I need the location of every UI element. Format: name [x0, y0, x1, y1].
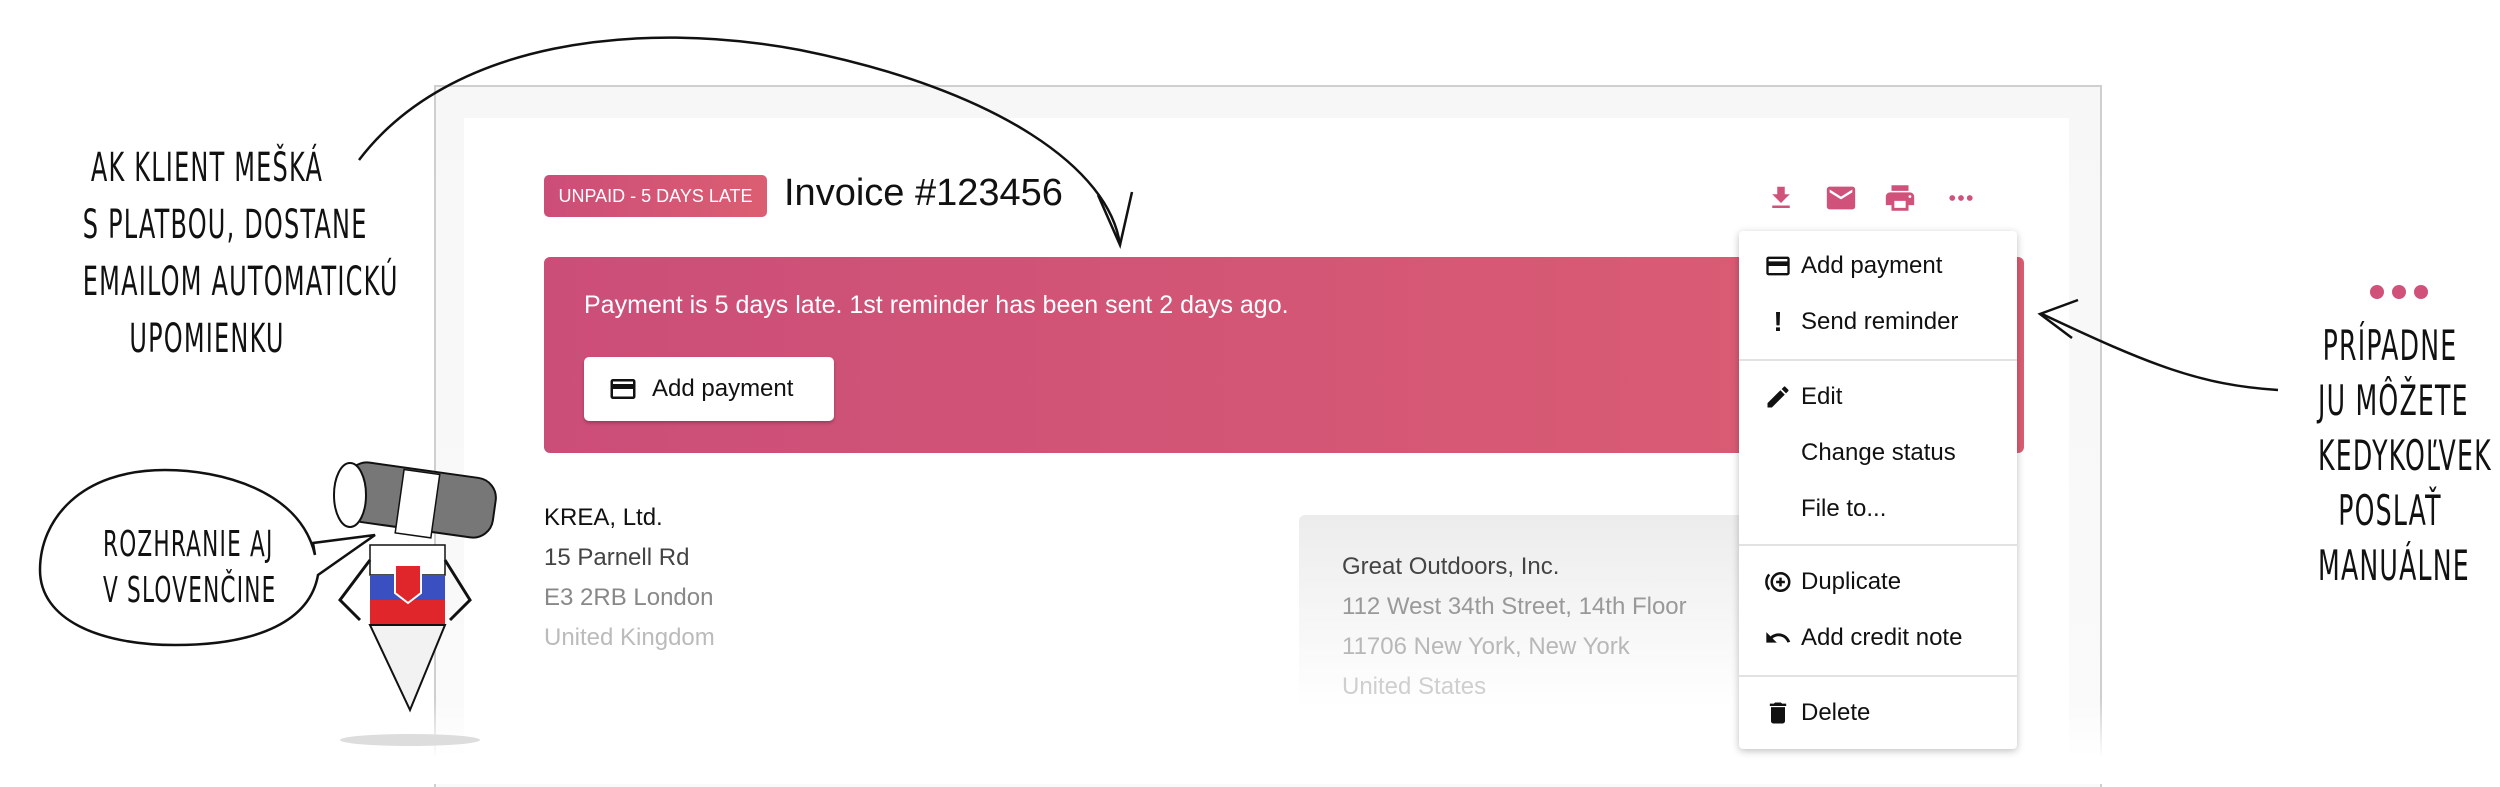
sender-line: United Kingdom [544, 624, 715, 651]
annotation-line: S PLATBOU, DOSTANE [82, 202, 368, 248]
annotation-line: AK KLIENT MEŠKÁ [90, 145, 324, 191]
menu-item-label: Edit [1801, 383, 1843, 410]
recipient-line: 112 West 34th Street, 14th Floor [1342, 593, 1687, 620]
menu-item-label: Add payment [1801, 252, 1943, 279]
exclamation-icon: ! [1773, 306, 1783, 337]
page-title: Invoice #123456 [784, 172, 1063, 214]
more-button[interactable] [1941, 178, 1981, 218]
add-payment-label: Add payment [652, 375, 794, 402]
left-annotation: AK KLIENT MEŠKÁ S PLATBOU, DOSTANE EMAIL… [0, 140, 414, 368]
undo-icon [1766, 632, 1791, 643]
annotation-line: UPOMIENKU [129, 316, 285, 362]
dot-icon [2392, 285, 2406, 299]
recipient-line: Great Outdoors, Inc. [1342, 553, 1560, 580]
duplicate-icon [1765, 572, 1791, 592]
menu-item-add-payment[interactable]: Add payment [1739, 241, 2017, 291]
more-actions-menu: Add payment ! Send reminder Edit Change … [1739, 231, 2017, 749]
print-icon [1885, 185, 1915, 211]
pencil-icon [1767, 386, 1789, 408]
right-annotation: PRÍPADNE JU MÔŽETE KEDYKOĽVEK POSLAŤ MAN… [2270, 318, 2500, 593]
annotation-line: V SLOVENČINE [103, 570, 277, 611]
email-icon [1826, 186, 1856, 210]
menu-divider [1739, 359, 2017, 361]
trash-icon [1769, 702, 1787, 724]
menu-item-delete[interactable]: Delete [1739, 688, 2017, 738]
status-badge: UNPAID - 5 DAYS LATE [544, 175, 767, 217]
recipient-line: United States [1342, 673, 1487, 700]
menu-divider [1739, 544, 2017, 546]
annotation-line: JU MÔŽETE [2318, 376, 2469, 425]
download-button[interactable] [1761, 178, 1801, 218]
credit-card-icon [610, 379, 636, 399]
email-button[interactable] [1821, 178, 1861, 218]
menu-item-label: Delete [1801, 699, 1871, 726]
annotation-line: MANUÁLNE [2318, 541, 2470, 590]
menu-item-add-credit-note[interactable]: Add credit note [1739, 613, 2017, 663]
sender-line: KREA, Ltd. [544, 504, 663, 531]
dot-icon [2414, 285, 2428, 299]
annotation-line: PRÍPADNE [2322, 321, 2458, 370]
sender-line: 15 Parnell Rd [544, 544, 690, 571]
credit-card-icon [1766, 256, 1790, 276]
menu-item-file-to[interactable]: File to... [1739, 484, 2017, 534]
dot-icon [2370, 285, 2384, 299]
menu-item-send-reminder[interactable]: ! Send reminder [1739, 297, 2017, 347]
recipient-line: 11706 New York, New York [1342, 633, 1630, 660]
menu-item-label: Add credit note [1801, 624, 1963, 651]
annotation-line: EMAILOM AUTOMATICKÚ [82, 259, 399, 305]
bubble-annotation: ROZHRANIE AJ V SLOVENČINE [55, 522, 295, 614]
add-payment-button[interactable]: Add payment [584, 357, 834, 421]
menu-item-edit[interactable]: Edit [1739, 372, 2017, 422]
menu-item-label: Send reminder [1801, 308, 1959, 335]
menu-item-duplicate[interactable]: Duplicate [1739, 557, 2017, 607]
annotation-line: KEDYKOĽVEK [2318, 431, 2492, 480]
menu-item-label: Duplicate [1801, 568, 1902, 595]
annotation-line: ROZHRANIE AJ [103, 524, 274, 565]
menu-divider [1739, 675, 2017, 677]
recipient-address: Great Outdoors, Inc. 112 West 34th Stree… [1342, 547, 1687, 707]
sender-address: KREA, Ltd. 15 Parnell Rd E3 2RB London U… [544, 498, 715, 658]
menu-item-label: File to... [1801, 495, 1887, 522]
banner-message: Payment is 5 days late. 1st reminder has… [584, 291, 1289, 319]
more-icon [1949, 195, 1973, 201]
menu-item-change-status[interactable]: Change status [1739, 428, 2017, 478]
sender-line: E3 2RB London [544, 584, 714, 611]
menu-item-label: Change status [1801, 439, 1956, 466]
print-button[interactable] [1880, 178, 1920, 218]
download-icon [1772, 186, 1790, 208]
annotation-line: POSLAŤ [2338, 486, 2442, 535]
